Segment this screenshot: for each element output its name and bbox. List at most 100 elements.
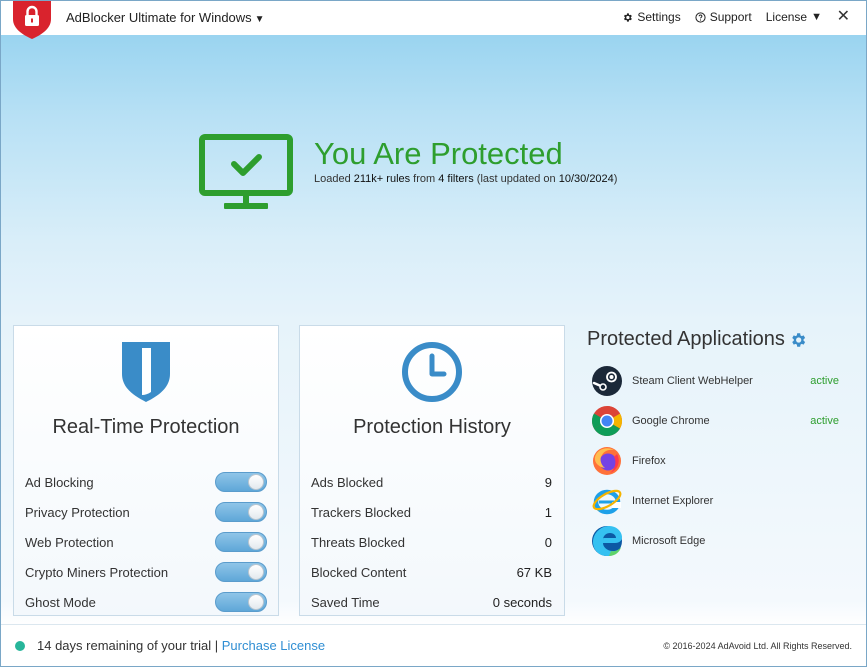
status-sub-text: ) [613, 173, 618, 185]
toggle-label: Ghost Mode [25, 594, 96, 610]
ad-blocking-toggle[interactable] [215, 472, 267, 492]
realtime-protection-title: Real-Time Protection [52, 416, 240, 438]
stat-label: Blocked Content [311, 564, 407, 580]
app-status-badge: active [810, 375, 839, 387]
toggle-label: Web Protection [25, 534, 114, 550]
settings-button[interactable]: Settings [622, 10, 681, 24]
rules-count: 211k+ rules [353, 173, 411, 185]
chrome-icon [591, 406, 623, 437]
purchase-license-link[interactable]: Purchase License [222, 638, 325, 653]
realtime-protection-panel: Real-Time Protection Ad Blocking Privacy… [13, 325, 279, 616]
toggle-row-privacy-protection: Privacy Protection [25, 497, 267, 527]
toggle-knob [248, 504, 264, 520]
protection-history-panel: Protection History Ads Blocked 9 Tracker… [299, 325, 565, 616]
support-button[interactable]: Support [695, 10, 752, 24]
web-protection-toggle[interactable] [215, 532, 267, 552]
app-name: Microsoft Edge [632, 535, 706, 547]
toggle-row-ad-blocking: Ad Blocking [25, 467, 267, 497]
stat-value: 9 [544, 474, 552, 490]
protected-applications-title: Protected Applications [587, 328, 785, 350]
stat-label: Trackers Blocked [311, 504, 411, 520]
stat-label: Ads Blocked [311, 474, 384, 490]
status-sub-text: from [410, 173, 439, 185]
trial-text: 14 days remaining of your trial [37, 638, 212, 653]
app-name: Internet Explorer [632, 495, 714, 507]
firefox-icon [593, 447, 621, 475]
app-name: Google Chrome [632, 415, 710, 427]
status-dot-icon [15, 641, 25, 651]
privacy-protection-toggle[interactable] [215, 502, 267, 522]
support-label: Support [709, 10, 752, 24]
chevron-down-icon: ▼ [811, 11, 822, 23]
clock-icon [402, 342, 462, 402]
title-bar: AdBlocker Ultimate for Windows ▼ Settings… [1, 1, 866, 39]
ie-icon [592, 489, 622, 515]
status-title: You Are Protected [314, 136, 563, 171]
edge-icon [592, 526, 622, 556]
trial-separator: | [211, 638, 222, 653]
stat-row-ads-blocked: Ads Blocked 9 [311, 467, 553, 497]
filters-count: 4 filters [438, 173, 474, 185]
crypto-miners-protection-toggle[interactable] [215, 562, 267, 582]
toggle-row-web-protection: Web Protection [25, 527, 267, 557]
license-menu-button[interactable]: License ▼ [766, 10, 822, 24]
protection-history-title: Protection History [353, 416, 511, 438]
app-row-microsoft-edge[interactable]: Microsoft Edge [591, 521, 841, 561]
question-circle-icon [695, 11, 706, 23]
gear-icon [624, 12, 633, 22]
stat-row-blocked-content: Blocked Content 67 KB [311, 557, 553, 587]
app-title-menu[interactable]: AdBlocker Ultimate for Windows ▼ [66, 10, 265, 25]
status-sub-text: (last updated on [473, 173, 559, 185]
stat-row-threats-blocked: Threats Blocked 0 [311, 527, 553, 557]
stat-row-trackers-blocked: Trackers Blocked 1 [311, 497, 553, 527]
stat-label: Threats Blocked [311, 534, 405, 550]
shield-icon [122, 342, 170, 402]
app-window: AdBlocker Ultimate for Windows ▼ Settings… [0, 0, 867, 667]
toggle-label: Ad Blocking [25, 474, 94, 490]
status-text: You Are Protected Loaded 211k+ rules fro… [314, 133, 617, 213]
footer-bar: 14 days remaining of your trial | Purcha… [1, 624, 866, 666]
copyright-text: © 2016-2024 AdAvoid Ltd. All Rights Rese… [663, 641, 852, 651]
stat-value: 1 [544, 504, 552, 520]
app-title-label: AdBlocker Ultimate for Windows [66, 10, 252, 25]
toggle-label: Privacy Protection [25, 504, 130, 520]
stat-value: 67 KB [516, 564, 552, 580]
toggle-row-crypto-miners-protection: Crypto Miners Protection [25, 557, 267, 587]
settings-label: Settings [637, 10, 681, 24]
trial-info: 14 days remaining of your trial | Purcha… [37, 638, 325, 653]
lock-shield-logo-icon [13, 1, 51, 39]
gear-icon[interactable] [789, 331, 807, 349]
toggle-row-ghost-mode: Ghost Mode [25, 587, 267, 617]
app-name: Steam Client WebHelper [632, 375, 753, 387]
license-label: License [765, 10, 808, 24]
close-button[interactable]: ✕ [837, 6, 850, 26]
status-subtitle: Loaded 211k+ rules from 4 filters (last … [314, 173, 617, 185]
stat-value: 0 seconds [492, 594, 552, 610]
last-updated-date: 10/30/2024 [558, 173, 614, 185]
steam-icon [592, 366, 622, 396]
stat-value: 0 [544, 534, 552, 550]
app-row-chrome[interactable]: Google Chrome active [591, 401, 841, 441]
protection-toggle-list: Ad Blocking Privacy Protection Web Prote… [25, 467, 267, 617]
stat-row-saved-time: Saved Time 0 seconds [311, 587, 553, 617]
history-stats-list: Ads Blocked 9 Trackers Blocked 1 Threats… [311, 467, 553, 617]
top-menu: Settings Support License ▼ [622, 10, 822, 24]
toggle-knob [248, 534, 264, 550]
toggle-knob [248, 594, 264, 610]
toggle-knob [248, 474, 264, 490]
app-row-internet-explorer[interactable]: Internet Explorer [591, 481, 841, 521]
stat-label: Saved Time [311, 594, 380, 610]
protected-applications-list: Steam Client WebHelper active Google Chr… [591, 361, 841, 561]
monitor-check-icon [199, 134, 293, 209]
app-name: Firefox [632, 455, 666, 467]
app-row-firefox[interactable]: Firefox [591, 441, 841, 481]
chevron-down-icon: ▼ [254, 14, 265, 25]
status-sub-text: Loaded [314, 173, 354, 185]
app-row-steam[interactable]: Steam Client WebHelper active [591, 361, 841, 401]
ghost-mode-toggle[interactable] [215, 592, 267, 612]
protected-applications-header: Protected Applications [587, 328, 807, 351]
app-status-badge: active [810, 415, 839, 427]
protection-status: You Are Protected Loaded 211k+ rules fro… [198, 133, 617, 213]
toggle-label: Crypto Miners Protection [25, 564, 169, 580]
toggle-knob [248, 564, 264, 580]
